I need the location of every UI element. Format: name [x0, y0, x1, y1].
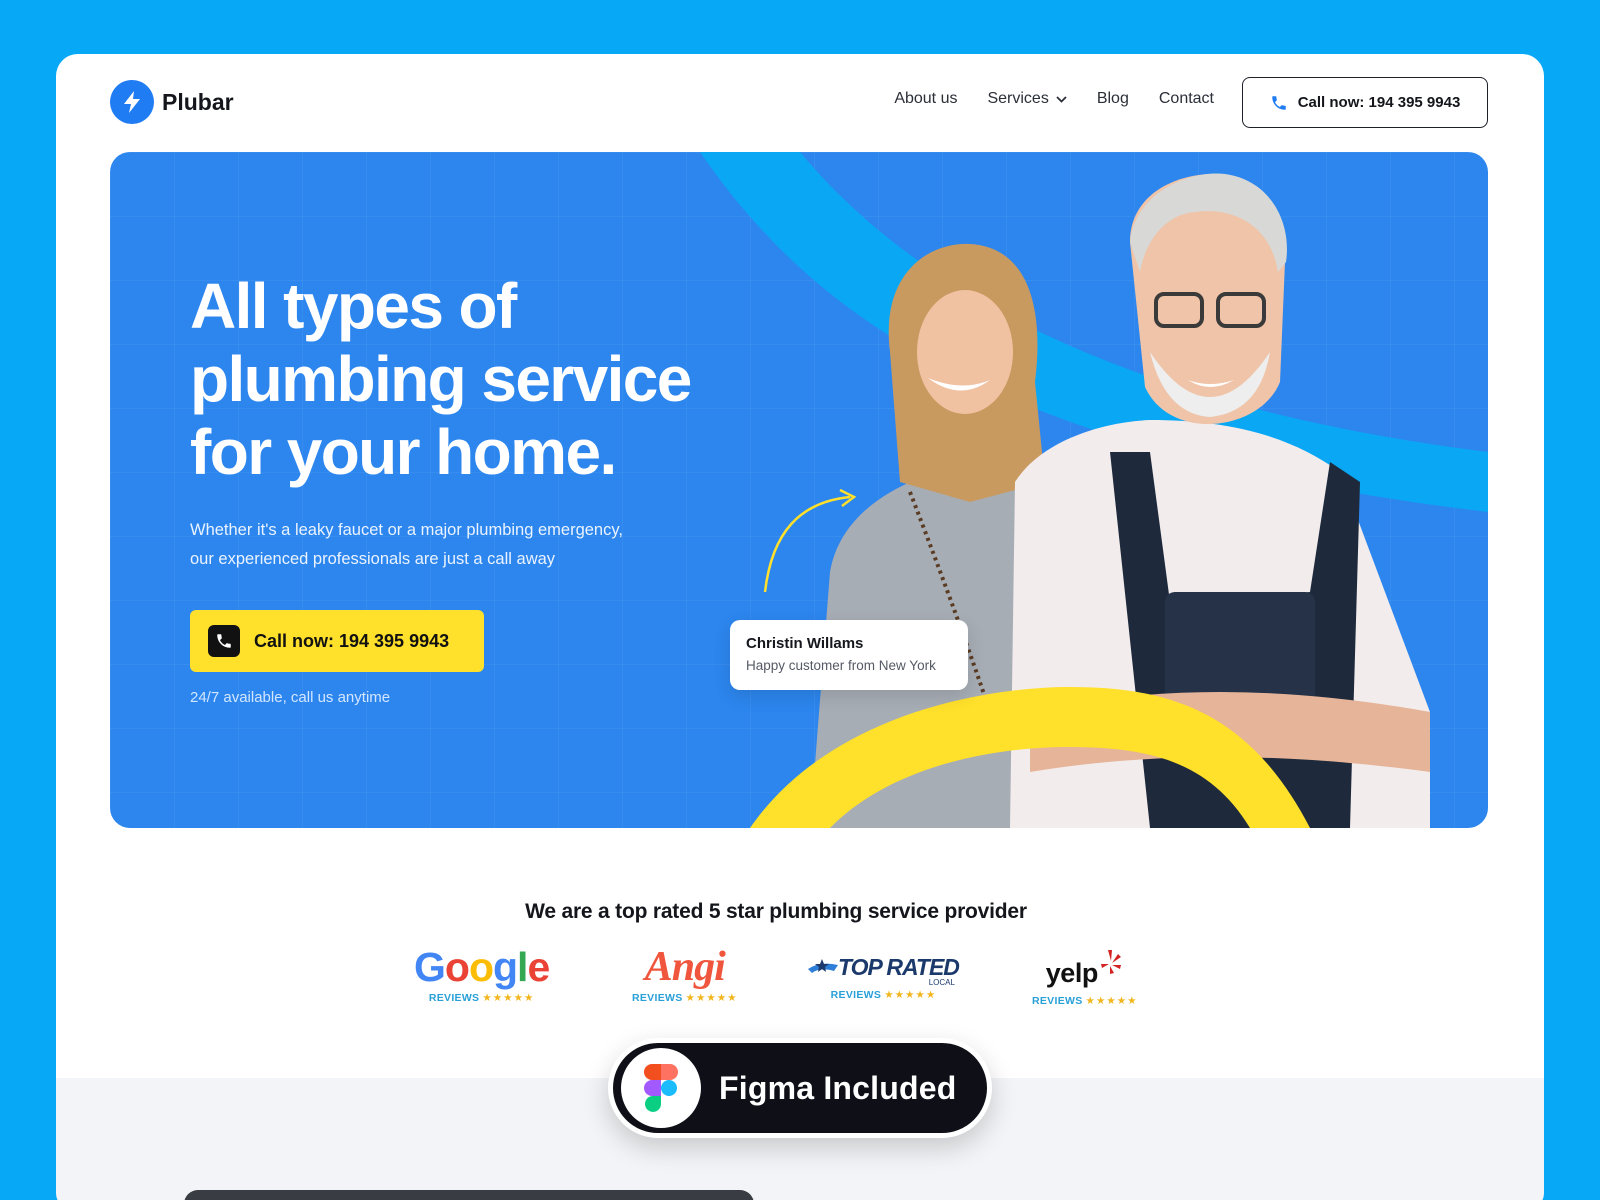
- nav-item-blog[interactable]: Blog: [1097, 90, 1129, 108]
- ratings-title: We are a top rated 5 star plumbing servi…: [525, 900, 1027, 923]
- testimonial-card: Christin Willams Happy customer from New…: [730, 620, 968, 690]
- availability-note: 24/7 available, call us anytime: [190, 689, 391, 706]
- toprated-reviews-badge[interactable]: TOP RATED LOCAL REVIEWS ★★★★★: [808, 952, 960, 1001]
- review-stars: REVIEWS ★★★★★: [428, 992, 535, 1004]
- hero-call-label: Call now: 194 395 9943: [254, 630, 450, 651]
- yelp-reviews-badge[interactable]: yelp REVIEWS ★★★★★: [1032, 948, 1138, 1007]
- figma-icon: [621, 1048, 701, 1128]
- angi-reviews-badge[interactable]: Angi REVIEWS ★★★★★: [632, 944, 738, 1004]
- nav-label: About us: [894, 90, 958, 107]
- hero-title-line: All types of: [190, 270, 517, 342]
- hero-title-line: for your home.: [190, 416, 617, 488]
- brand-logo[interactable]: Plubar: [110, 80, 234, 124]
- google-reviews-badge[interactable]: Google REVIEWS ★★★★★: [414, 944, 550, 1004]
- review-stars: REVIEWS ★★★★★: [1032, 995, 1138, 1007]
- landing-page-card: Plubar About us Services Blog Contact Ca…: [56, 54, 1544, 1200]
- header-call-button[interactable]: Call now: 194 395 9943: [1242, 77, 1488, 128]
- nav-item-services[interactable]: Services: [987, 90, 1067, 108]
- next-section-image: [184, 1190, 754, 1200]
- figma-included-badge: Figma Included: [608, 1038, 992, 1138]
- chevron-down-icon: [1056, 95, 1067, 103]
- nav-label: Services: [987, 90, 1049, 107]
- yelp-burst-icon: [1100, 950, 1121, 974]
- angi-logo: Angi: [644, 944, 726, 990]
- star-flag-icon: [808, 959, 838, 973]
- hero-illustration: [700, 152, 1488, 828]
- nav-label: Blog: [1096, 90, 1129, 107]
- yelp-logo: yelp: [1032, 948, 1138, 993]
- hero-call-button[interactable]: Call now: 194 395 9943: [190, 610, 484, 672]
- hero-subtitle-line: Whether it's a leaky faucet or a major p…: [190, 521, 623, 539]
- hero-title-line: plumbing service: [190, 343, 692, 415]
- phone-icon: [1271, 95, 1286, 110]
- lightning-icon: [110, 80, 154, 124]
- nav-item-contact[interactable]: Contact: [1159, 90, 1214, 108]
- main-nav: About us Services Blog Contact: [864, 90, 1214, 108]
- hero-subtitle: Whether it's a leaky faucet or a major p…: [190, 516, 710, 574]
- testimonial-role: Happy customer from New York: [746, 658, 936, 673]
- testimonial-name: Christin Willams: [746, 635, 864, 652]
- figma-badge-label: Figma Included: [719, 1069, 957, 1106]
- hero-banner: All types of plumbing service for your h…: [110, 152, 1488, 828]
- review-stars: REVIEWS ★★★★★: [632, 992, 738, 1004]
- phone-icon: [208, 625, 240, 657]
- review-stars: REVIEWS ★★★★★: [830, 989, 937, 1001]
- hero-title: All types of plumbing service for your h…: [190, 270, 810, 489]
- review-logos: Google REVIEWS ★★★★★ Angi REVIEWS ★★★★★ TO…: [356, 944, 1256, 1024]
- brand-name: Plubar: [162, 88, 234, 115]
- nav-item-about[interactable]: About us: [894, 90, 957, 108]
- hero-subtitle-line: our experienced professionals are just a…: [190, 550, 556, 568]
- header-call-label: Call now: 194 395 9943: [1297, 94, 1461, 111]
- nav-label: Contact: [1158, 90, 1214, 107]
- google-logo: Google: [414, 944, 550, 990]
